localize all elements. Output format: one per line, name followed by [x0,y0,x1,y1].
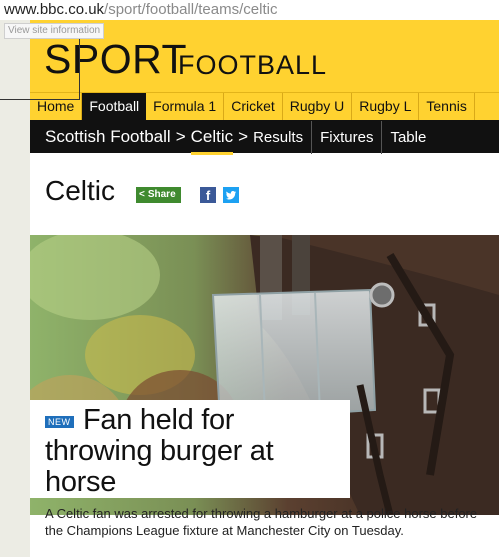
address-bar[interactable]: www.bbc.co.uk/sport/football/teams/celti… [0,0,499,20]
bbc-sport-page: SPORT FOOTBALL Home Football Formula 1 Cric… [30,20,499,557]
subnav-results-link[interactable]: Results [253,121,313,154]
share-button[interactable]: < Share [136,187,181,203]
section-title[interactable]: FOOTBALL [178,51,327,79]
share-icon: < [139,189,145,200]
breadcrumb-separator: > [238,127,249,146]
url-path: /sport/football/teams/celtic [104,1,278,18]
url-host: www.bbc.co.uk [4,1,105,18]
nav-item-rugby-union[interactable]: Rugby U [283,93,353,120]
story-summary[interactable]: A Celtic fan was arrested for throwing a… [45,505,495,539]
breadcrumb-scottish-football[interactable]: Scottish Football [45,120,171,153]
new-badge: NEW [45,416,74,428]
callout-line [79,36,80,99]
nav-item-cricket[interactable]: Cricket [224,93,283,120]
subnav-table-link[interactable]: Table [382,121,434,154]
nav-item-home[interactable]: Home [30,93,83,120]
main-nav: Home Football Formula 1 Cricket Rugby U Rugby… [30,92,499,120]
site-info-tooltip: View site information [4,23,105,39]
sub-nav: Scottish Football > Celtic > Results Fixtures… [30,120,499,155]
subnav-fixtures-link[interactable]: Fixtures [312,121,383,154]
share-label: Share [147,189,176,200]
breadcrumb-celtic[interactable]: Celtic [190,122,234,155]
breadcrumb-separator: > [175,127,186,146]
nav-item-rugby-league[interactable]: Rugby L [352,93,420,120]
callout-line [0,99,80,100]
nav-item-football[interactable]: Football [82,93,147,120]
nav-item-tennis[interactable]: Tennis [419,93,475,120]
nav-item-formula-1[interactable]: Formula 1 [146,93,225,120]
facebook-icon[interactable]: f [200,187,216,203]
page-title: Celtic [45,175,116,206]
twitter-icon[interactable] [223,187,239,203]
twitter-bird-icon [226,191,236,200]
sport-logo[interactable]: SPORT [44,39,187,80]
story-headline[interactable]: Fan held for throwing burger at horse [45,405,345,498]
